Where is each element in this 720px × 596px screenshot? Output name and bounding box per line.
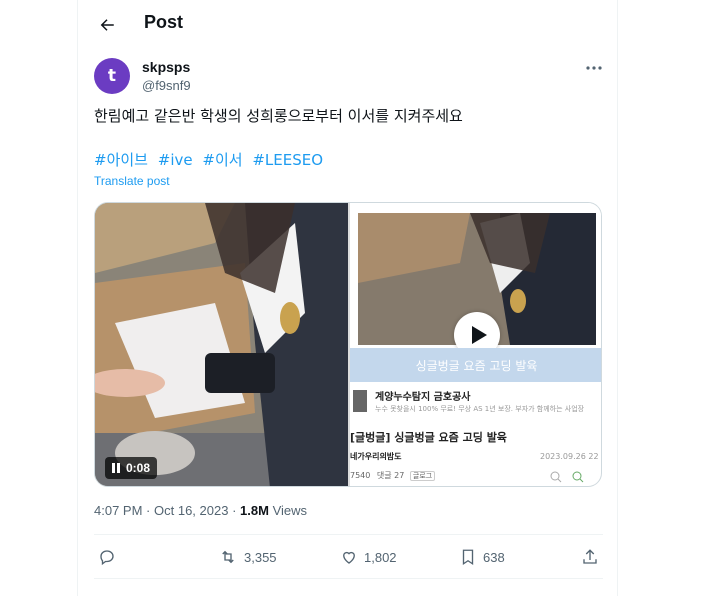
tweet-text: 한림예고 같은반 학생의 성희롱으로부터 이서를 지켜주세요	[94, 107, 463, 125]
post-column: Post t skpsps @f9snf9 한림예고 같은반 학생의 성희롱으로…	[77, 0, 618, 596]
hashtag-list: #아이브 #ive #이서 #LEESEO	[94, 150, 328, 170]
blog-name: 네가우리의밤도	[350, 452, 402, 461]
meta-separator: ·	[232, 503, 241, 518]
divider	[94, 534, 603, 535]
bookmark-count: 638	[483, 549, 505, 565]
video-frame-image	[95, 203, 348, 486]
play-icon	[471, 326, 487, 344]
blog-views: 7540	[350, 471, 371, 480]
post-time[interactable]: 4:07 PM	[94, 503, 142, 518]
reply-button[interactable]	[98, 548, 122, 566]
hashtag-link[interactable]: #LEESEO	[252, 151, 323, 169]
author-display-name[interactable]: skpsps	[142, 59, 190, 75]
zoom-icons	[550, 471, 584, 483]
post-header: Post	[78, 0, 617, 48]
arrow-left-icon	[100, 19, 114, 31]
like-button[interactable]: 1,802	[340, 548, 397, 566]
share-button[interactable]	[581, 548, 605, 566]
ad-title: 계양누수탐지 금호공사	[375, 392, 471, 403]
hashtag-link[interactable]: #아이브	[94, 151, 148, 169]
video-duration-badge[interactable]: 0:08	[105, 457, 158, 479]
blog-post-title: [글벙글] 싱글벙글 요즘 고딩 발육	[350, 431, 507, 444]
meta-separator: ·	[146, 503, 154, 518]
retweet-button[interactable]: 3,355	[218, 548, 277, 566]
back-button[interactable]	[90, 8, 124, 42]
ad-subtitle: 누수 못찾을시 100% 무료! 무상 AS 1년 보장. 부자가 함께하는 사…	[375, 405, 585, 413]
ad-thumbnail	[353, 390, 367, 412]
bookmark-button[interactable]: 638	[459, 548, 505, 566]
blog-header-bar: 싱글벙글 요즘 고딩 발육	[350, 348, 601, 382]
author-handle[interactable]: @f9snf9	[142, 78, 191, 93]
bookmark-icon	[462, 549, 474, 566]
post-metadata: 4:07 PM · Oct 16, 2023 · 1.8M Views	[94, 503, 307, 518]
views-label: Views	[272, 503, 308, 518]
avatar[interactable]: t	[94, 58, 130, 94]
divider	[94, 578, 603, 579]
translate-post-link[interactable]: Translate post	[94, 174, 170, 188]
blog-date: 2023.09.26 22	[540, 452, 599, 461]
pause-icon	[112, 463, 120, 473]
heart-icon	[343, 551, 355, 564]
hashtag-link[interactable]: #이서	[202, 151, 242, 169]
share-icon	[583, 549, 597, 564]
video-duration: 0:08	[126, 461, 151, 475]
video-thumbnail-left[interactable]: 0:08	[95, 203, 348, 486]
like-count: 1,802	[364, 549, 397, 565]
reply-icon	[100, 550, 114, 566]
blog-ad: 계양누수탐지 금호공사 누수 못찾을시 100% 무료! 무상 AS 1년 보장…	[350, 385, 601, 423]
retweet-icon	[222, 550, 234, 564]
views-count: 1.8M	[240, 503, 269, 518]
page-title: Post	[144, 12, 184, 32]
video-thumbnail-right[interactable]: 싱글벙글 요즘 고딩 발육 계양누수탐지 금호공사 누수 못찾을시 100% 무…	[350, 203, 601, 486]
more-dots-icon	[586, 66, 602, 70]
blog-button: 글로그	[409, 471, 436, 481]
action-bar: 3,355 1,802 638	[78, 540, 617, 576]
more-options-button[interactable]	[578, 60, 610, 76]
retweet-count: 3,355	[244, 549, 277, 565]
media-grid: 0:08 싱글벙글 요즘 고딩 발육 계양누수탐지 금호공사 누수 못찾을시 1…	[94, 202, 602, 487]
post-date[interactable]: Oct 16, 2023	[154, 503, 228, 518]
blog-meta: 7540 댓글 27 글로그	[350, 470, 436, 481]
blog-comments: 댓글 27	[376, 471, 405, 480]
hashtag-link[interactable]: #ive	[158, 151, 193, 169]
